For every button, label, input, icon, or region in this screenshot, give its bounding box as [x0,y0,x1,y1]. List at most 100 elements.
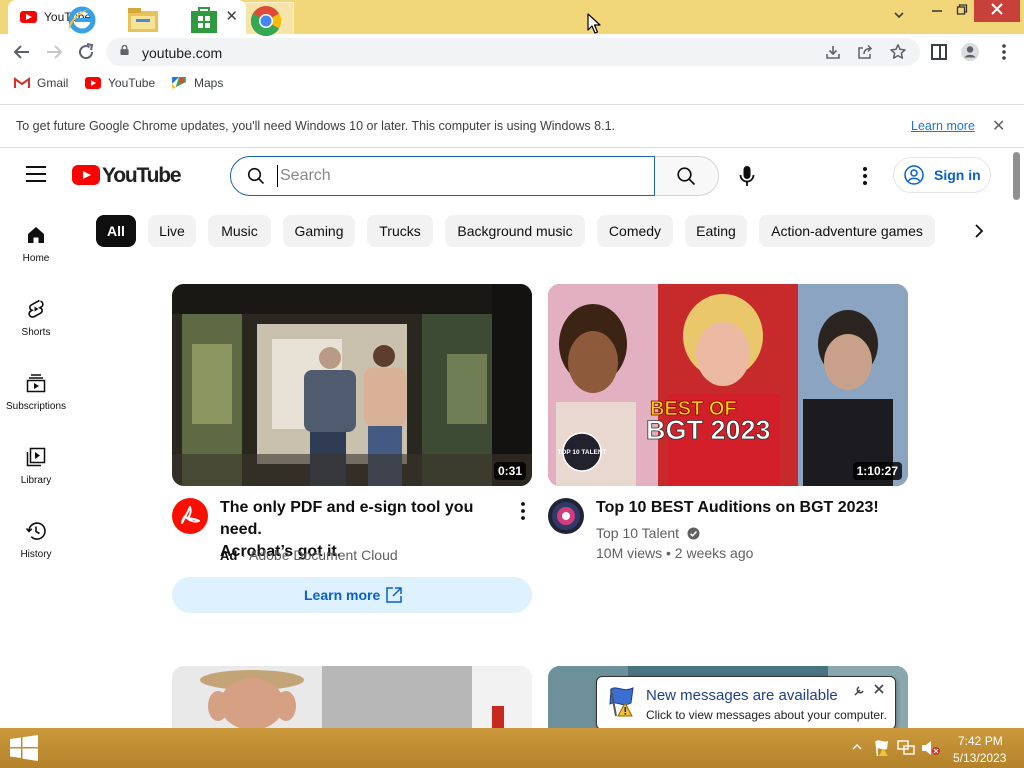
back-arrow-icon[interactable] [10,40,34,64]
bookmark-youtube[interactable]: YouTube [85,76,155,90]
notification-close-icon[interactable] [873,683,885,695]
action-center-flag-icon [609,687,634,717]
chip-background-music[interactable]: Background music [445,215,585,247]
adobe-channel-avatar[interactable] [172,498,208,534]
install-app-icon[interactable] [824,43,842,61]
notification-title: New messages are available [646,687,838,704]
bookmark-star-icon[interactable] [889,43,907,61]
search-icon [247,167,265,185]
minimize-button[interactable] [923,0,951,22]
nav-library[interactable]: Library [0,446,72,506]
open-in-new-icon [386,587,402,603]
infobar-close-button[interactable]: ✕ [992,116,1005,136]
notification-body: Click to view messages about your comput… [646,708,887,722]
search-input[interactable] [277,165,637,187]
nav-label: Library [20,475,52,486]
more-actions-icon[interactable] [514,500,532,522]
volume-muted-icon[interactable] [921,740,941,756]
taskbar-internet-explorer[interactable] [54,2,110,38]
ad-learn-more-button[interactable]: Learn more [172,577,532,613]
nav-shorts[interactable]: Shorts [0,298,72,358]
channel-logo-icon [552,502,580,530]
thumbnail-image [172,666,532,728]
chip-action-adventure-games[interactable]: Action-adventure games [759,215,935,247]
infobar-learn-more-link[interactable]: Learn more [911,119,975,133]
side-panel-icon[interactable] [927,40,951,64]
video-thumbnail[interactable]: 0:31 [172,284,532,486]
guide-menu-icon[interactable] [26,166,46,182]
network-icon[interactable] [897,740,915,756]
share-icon[interactable] [856,43,874,61]
mouse-cursor-icon [587,13,601,34]
account-circle-icon [904,165,924,185]
file-explorer-icon [128,8,158,32]
settings-more-icon[interactable] [856,164,874,188]
top10talent-channel-avatar[interactable] [548,498,584,534]
forward-arrow-icon[interactable] [42,40,66,64]
url-text[interactable]: youtube.com [142,45,222,61]
nav-history[interactable]: History [0,520,72,580]
chip-comedy[interactable]: Comedy [597,215,673,247]
taskbar-file-explorer[interactable] [114,2,170,38]
ad-badge: Ad [220,548,238,563]
microphone-icon[interactable] [736,164,758,188]
nav-home[interactable]: Home [0,224,72,284]
video-title-line: The only PDF and e-sign tool you need. [220,499,474,538]
show-hidden-icons-icon[interactable] [852,741,862,753]
lock-icon[interactable] [120,45,129,55]
nav-label: Shorts [21,327,51,338]
search-box[interactable] [230,156,655,196]
restore-button[interactable] [951,0,973,22]
action-center-tray-icon[interactable] [874,739,890,757]
infobar-message: To get future Google Chrome updates, you… [16,119,615,133]
close-window-button[interactable] [974,0,1020,22]
youtube-favicon-icon [20,11,37,23]
windows-notification-balloon[interactable]: New messages are available Click to view… [596,676,896,743]
video-thumbnail[interactable] [172,666,532,728]
taskbar-chrome[interactable] [238,2,294,38]
video-title[interactable]: Top 10 BEST Auditions on BGT 2023! [596,497,896,519]
windows-start-icon[interactable] [9,735,39,761]
chrome-update-infobar: To get future Google Chrome updates, you… [0,104,1024,148]
bookmark-label: Maps [194,76,224,90]
taskbar-clock-time[interactable]: 7:42 PM [958,734,1003,748]
chrome-menu-icon[interactable] [992,40,1016,64]
home-icon [28,227,44,243]
bookmark-maps[interactable]: Maps [171,76,223,90]
video-thumbnail[interactable]: BEST OF BGT 2023 TOP 10 TALENT 1:10:27 [548,284,908,486]
scrollbar-thumb[interactable] [1013,152,1020,200]
search-button[interactable] [655,156,719,196]
chevron-right-icon[interactable] [968,220,990,242]
chip-trucks[interactable]: Trucks [367,215,433,247]
subscriptions-icon [26,374,46,393]
chip-music[interactable]: Music [208,215,271,247]
channel-row: Top 10 Talent [596,525,700,541]
taskbar-clock-date[interactable]: 5/13/2023 [953,751,1006,765]
adobe-acrobat-icon [181,506,200,524]
browser-toolbar: youtube.com [0,34,1024,70]
bookmark-gmail[interactable]: Gmail [14,76,68,90]
internet-explorer-icon [68,6,96,34]
page-scrollbar[interactable] [1012,150,1024,728]
sign-in-button[interactable]: Sign in [893,157,991,193]
tab-search-chevron-icon[interactable] [892,8,906,22]
address-bar[interactable]: youtube.com [106,38,920,66]
windows-store-icon [191,7,217,33]
nav-subscriptions[interactable]: Subscriptions [0,372,72,432]
channel-name[interactable]: · Adobe Document Cloud [241,547,397,563]
channel-name[interactable]: Top 10 Talent [596,525,679,541]
notification-options-icon[interactable] [853,685,865,697]
reload-icon[interactable] [74,40,98,64]
chip-gaming[interactable]: Gaming [283,215,355,247]
ad-meta: Ad · Adobe Document Cloud [220,547,398,563]
chip-all[interactable]: All [96,215,136,247]
gmail-icon [14,77,30,88]
verified-check-icon [687,527,700,540]
chip-eating[interactable]: Eating [685,215,747,247]
youtube-play-icon [72,165,100,185]
bookmark-label: YouTube [108,76,156,90]
chip-live[interactable]: Live [148,215,196,247]
bookmark-label: Gmail [37,76,69,90]
profile-avatar-icon[interactable] [958,40,982,64]
taskbar-store[interactable] [176,2,232,38]
